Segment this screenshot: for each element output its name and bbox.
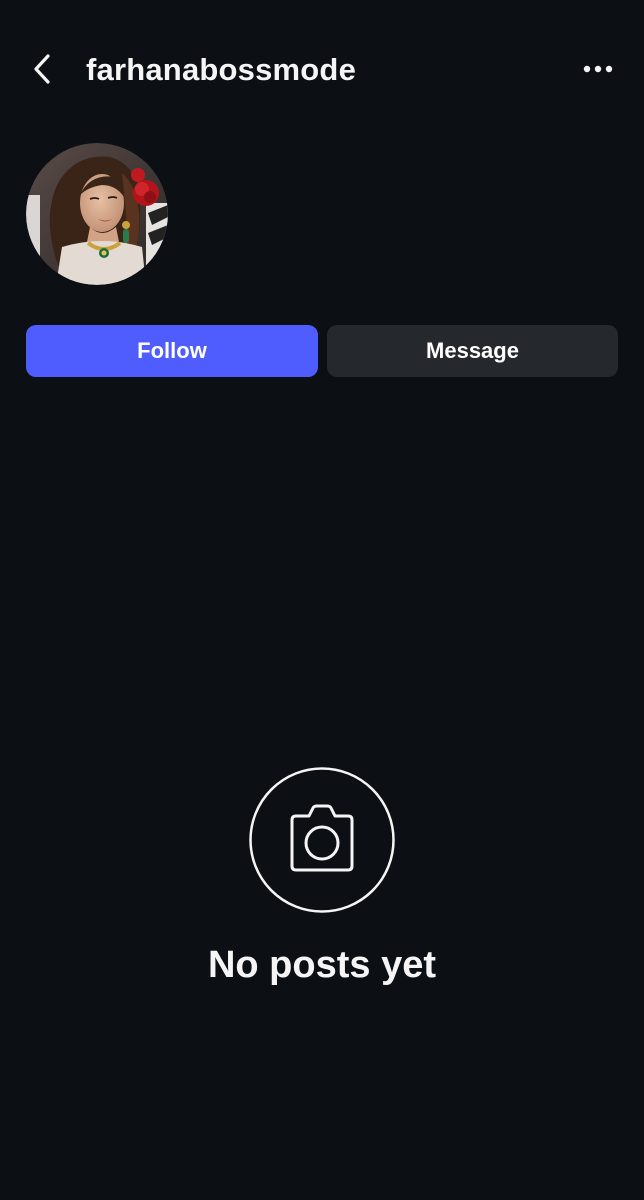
follow-button[interactable]: Follow (26, 325, 318, 377)
ellipsis-horizontal-icon (583, 65, 613, 73)
back-button[interactable] (24, 50, 64, 90)
profile-photo (26, 143, 168, 285)
message-button[interactable]: Message (327, 325, 618, 377)
empty-state-camera (249, 767, 395, 913)
chevron-left-icon (34, 54, 50, 84)
avatar[interactable] (26, 143, 168, 285)
profile-username: farhanabossmode (86, 52, 357, 87)
empty-state-text: No posts yet (207, 944, 437, 986)
profile-header: farhanabossmode (0, 38, 644, 100)
more-options-button[interactable] (576, 54, 620, 86)
camera-icon (249, 767, 395, 913)
